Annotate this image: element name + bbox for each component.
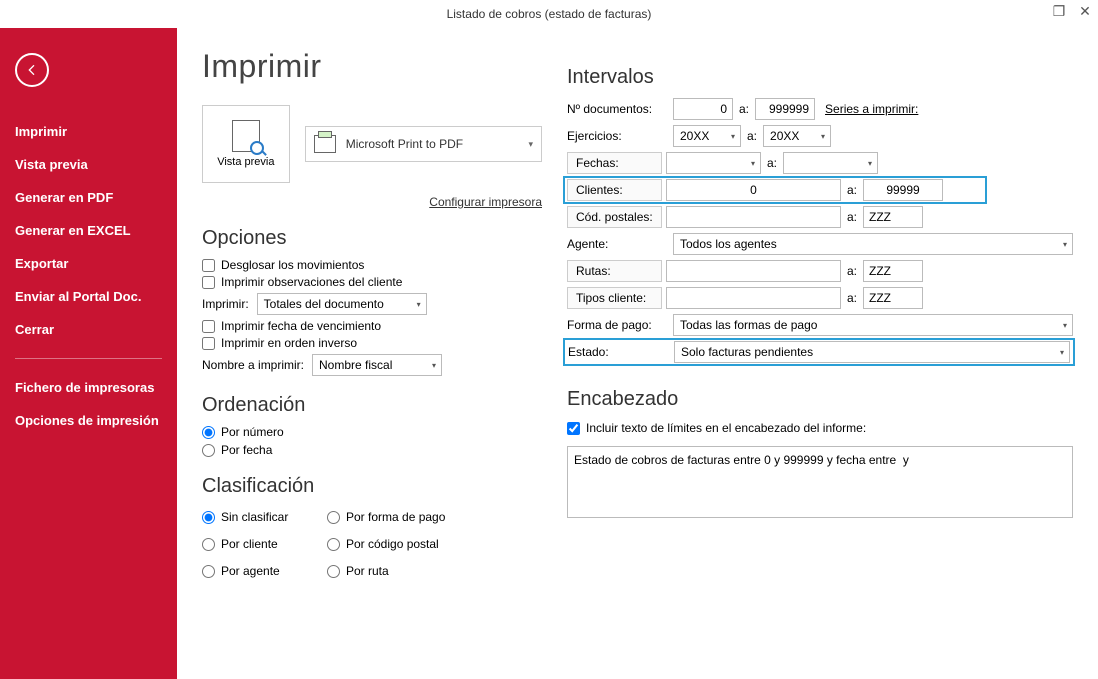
opciones-heading: Opciones bbox=[202, 227, 542, 250]
chevron-down-icon: ▾ bbox=[528, 139, 533, 150]
nav-exportar[interactable]: Exportar bbox=[15, 247, 162, 280]
clientes-from-input[interactable]: 0 bbox=[666, 179, 841, 201]
nav-opciones-impresion[interactable]: Opciones de impresión bbox=[15, 404, 162, 437]
radio-sin-clasificar[interactable] bbox=[202, 511, 215, 524]
encabezado-heading: Encabezado bbox=[567, 388, 1073, 411]
chk-orden-inverso[interactable] bbox=[202, 337, 215, 350]
sidebar: Imprimir Vista previa Generar en PDF Gen… bbox=[0, 28, 177, 679]
page-title: Imprimir bbox=[202, 48, 542, 85]
window-title: Listado de cobros (estado de facturas) bbox=[447, 7, 652, 21]
magnifier-icon bbox=[250, 141, 264, 155]
radio-por-fecha[interactable] bbox=[202, 444, 215, 457]
tipos-from-input[interactable] bbox=[666, 287, 841, 309]
radio-codigo-postal[interactable] bbox=[327, 538, 340, 551]
fpago-select[interactable]: Todas las formas de pago▾ bbox=[673, 314, 1073, 336]
clasificacion-heading: Clasificación bbox=[202, 475, 542, 498]
agente-select[interactable]: Todos los agentes▾ bbox=[673, 233, 1073, 255]
ndoc-to-input[interactable]: 999999 bbox=[755, 98, 815, 120]
fpago-label: Forma de pago: bbox=[567, 318, 673, 332]
nav-fichero-impresoras[interactable]: Fichero de impresoras bbox=[15, 371, 162, 404]
ejerc-to-select[interactable]: 20XX▾ bbox=[763, 125, 831, 147]
nav-vista-previa[interactable]: Vista previa bbox=[15, 148, 162, 181]
ejerc-from-select[interactable]: 20XX▾ bbox=[673, 125, 741, 147]
radio-por-agente[interactable] bbox=[202, 565, 215, 578]
rutas-from-input[interactable] bbox=[666, 260, 841, 282]
nombre-imprimir-select[interactable]: Nombre fiscal▾ bbox=[312, 354, 442, 376]
nav-generar-excel[interactable]: Generar en EXCEL bbox=[15, 214, 162, 247]
nav-enviar-portal[interactable]: Enviar al Portal Doc. bbox=[15, 280, 162, 313]
ndoc-from-input[interactable]: 0 bbox=[673, 98, 733, 120]
printer-name: Microsoft Print to PDF bbox=[346, 137, 463, 151]
codpostales-btn[interactable]: Cód. postales: bbox=[567, 206, 662, 228]
fechas-btn[interactable]: Fechas: bbox=[567, 152, 662, 174]
nav-cerrar[interactable]: Cerrar bbox=[15, 313, 162, 346]
title-bar: Listado de cobros (estado de facturas) ❐… bbox=[0, 0, 1098, 28]
fecha-to-select[interactable]: ▾ bbox=[783, 152, 878, 174]
vista-previa-label: Vista previa bbox=[217, 156, 274, 168]
maximize-icon[interactable]: ❐ bbox=[1052, 4, 1066, 18]
chk-incluir-texto[interactable] bbox=[567, 422, 580, 435]
fecha-from-select[interactable]: ▾ bbox=[666, 152, 761, 174]
chk-fecha-vencimiento[interactable] bbox=[202, 320, 215, 333]
intervalos-heading: Intervalos bbox=[567, 66, 1073, 89]
chk-desglosar[interactable] bbox=[202, 259, 215, 272]
clientes-btn[interactable]: Clientes: bbox=[567, 179, 662, 201]
radio-por-ruta[interactable] bbox=[327, 565, 340, 578]
back-button[interactable] bbox=[15, 53, 49, 87]
configurar-impresora-link[interactable]: Configurar impresora bbox=[202, 195, 542, 209]
series-link[interactable]: Series a imprimir: bbox=[825, 102, 918, 116]
cp-to-input[interactable]: ZZZ bbox=[863, 206, 923, 228]
estado-select[interactable]: Solo facturas pendientes▾ bbox=[674, 341, 1070, 363]
radio-por-numero[interactable] bbox=[202, 426, 215, 439]
imprimir-label: Imprimir: bbox=[202, 297, 249, 311]
close-icon[interactable]: ✕ bbox=[1078, 4, 1092, 18]
printer-icon bbox=[314, 135, 336, 153]
vista-previa-button[interactable]: Vista previa bbox=[202, 105, 290, 183]
agente-label: Agente: bbox=[567, 237, 673, 251]
chk-observaciones[interactable] bbox=[202, 276, 215, 289]
rutas-btn[interactable]: Rutas: bbox=[567, 260, 662, 282]
ejercicios-label: Ejercicios: bbox=[567, 129, 673, 143]
estado-label: Estado: bbox=[568, 345, 674, 359]
nombre-imprimir-label: Nombre a imprimir: bbox=[202, 358, 304, 372]
clientes-to-input[interactable]: 99999 bbox=[863, 179, 943, 201]
encabezado-textarea[interactable] bbox=[567, 446, 1073, 518]
rutas-to-input[interactable]: ZZZ bbox=[863, 260, 923, 282]
chevron-down-icon: ▾ bbox=[417, 300, 421, 309]
cp-from-input[interactable] bbox=[666, 206, 841, 228]
tiposcliente-btn[interactable]: Tipos cliente: bbox=[567, 287, 662, 309]
ndoc-label: Nº documentos: bbox=[567, 102, 673, 116]
imprimir-select[interactable]: Totales del documento▾ bbox=[257, 293, 427, 315]
printer-select[interactable]: Microsoft Print to PDF ▾ bbox=[305, 126, 542, 162]
chevron-down-icon: ▾ bbox=[432, 361, 436, 370]
nav-generar-pdf[interactable]: Generar en PDF bbox=[15, 181, 162, 214]
nav-imprimir[interactable]: Imprimir bbox=[15, 115, 162, 148]
radio-por-cliente[interactable] bbox=[202, 538, 215, 551]
document-preview-icon bbox=[232, 120, 260, 152]
ordenacion-heading: Ordenación bbox=[202, 394, 542, 417]
tipos-to-input[interactable]: ZZZ bbox=[863, 287, 923, 309]
radio-forma-pago[interactable] bbox=[327, 511, 340, 524]
